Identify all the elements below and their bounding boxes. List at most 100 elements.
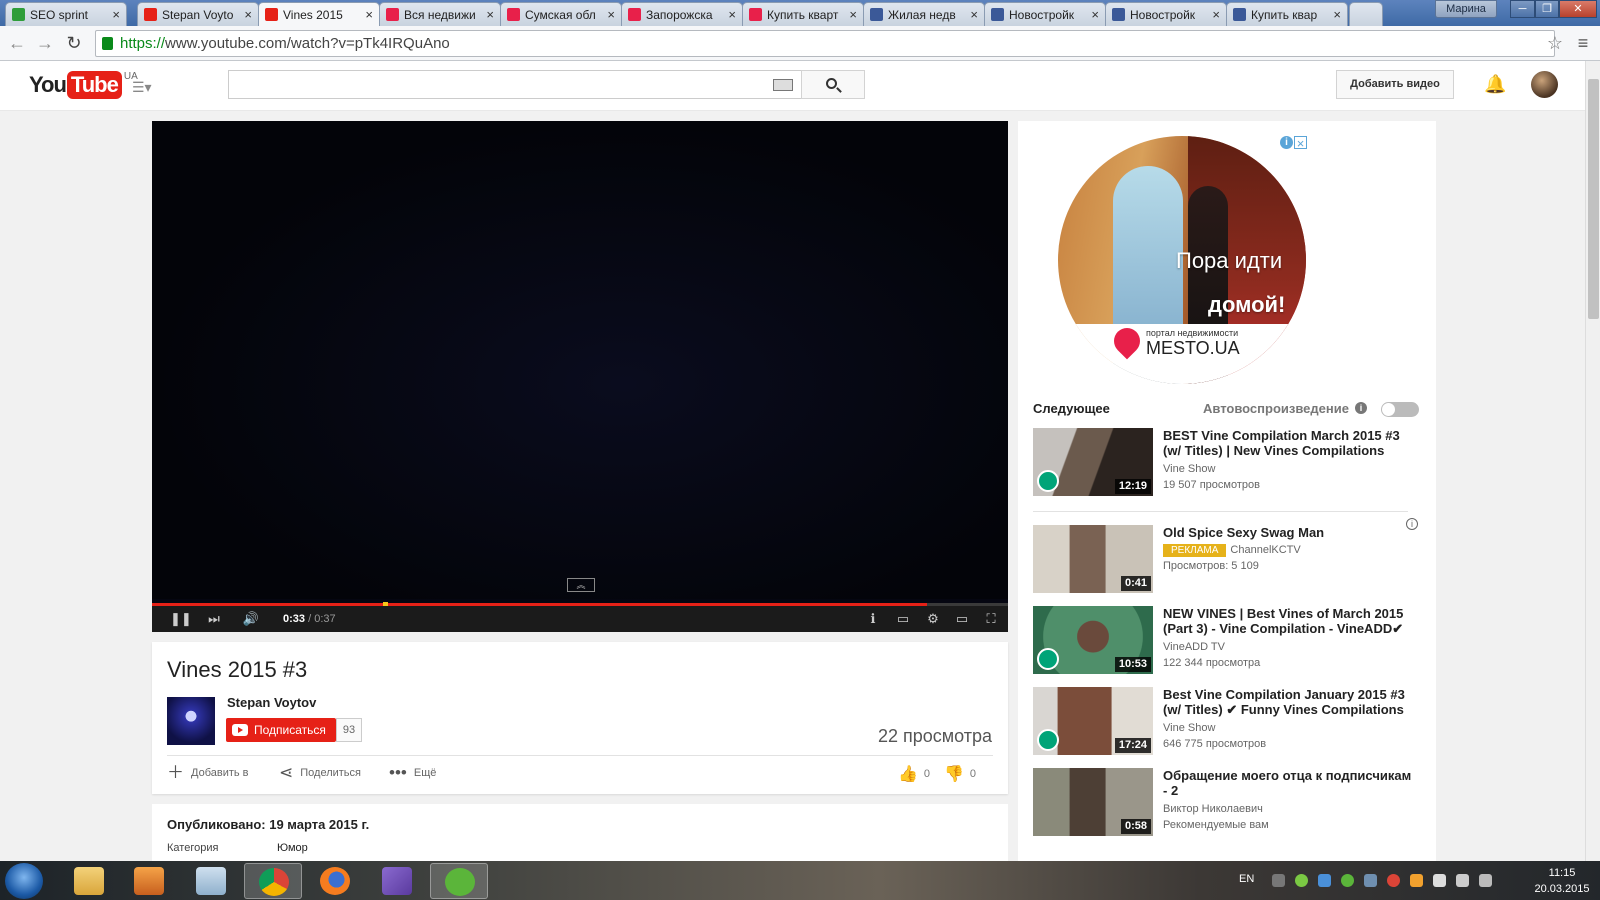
- tray-device-icon[interactable]: [1433, 874, 1446, 887]
- taskbar-calculator[interactable]: [182, 863, 240, 899]
- tray-chrome-icon[interactable]: [1387, 874, 1400, 887]
- language-indicator[interactable]: EN: [1239, 873, 1254, 885]
- start-button[interactable]: [5, 863, 43, 899]
- related-video[interactable]: 12:19 BEST Vine Compilation March 2015 #…: [1033, 428, 1423, 498]
- pause-icon[interactable]: ❚❚: [170, 610, 192, 628]
- related-video[interactable]: 10:53 NEW VINES | Best Vines of March 20…: [1033, 606, 1423, 676]
- browser-tab[interactable]: SEO sprint ×: [5, 2, 127, 26]
- video-channel[interactable]: Виктор Николаевич: [1163, 803, 1263, 815]
- more-button[interactable]: ••• Ещё: [389, 764, 436, 781]
- video-title-link[interactable]: Обращение моего отца к подписчикам - 2: [1163, 768, 1418, 798]
- upload-button[interactable]: Добавить видео: [1336, 70, 1454, 99]
- related-video[interactable]: 17:24 Best Vine Compilation January 2015…: [1033, 687, 1423, 757]
- tray-utorrent-icon[interactable]: [1341, 874, 1354, 887]
- tab-close-icon[interactable]: ×: [1212, 7, 1220, 22]
- tab-close-icon[interactable]: ×: [970, 7, 978, 22]
- reload-icon[interactable]: ↻: [63, 33, 85, 55]
- video-title-link[interactable]: BEST Vine Compilation March 2015 #3 (w/ …: [1163, 428, 1418, 458]
- video-channel[interactable]: Vine Show: [1163, 463, 1215, 475]
- search-input[interactable]: [228, 70, 802, 99]
- tray-network-icon[interactable]: [1318, 874, 1331, 887]
- fullscreen-icon[interactable]: ⛶: [982, 610, 1000, 628]
- channel-avatar[interactable]: [167, 697, 215, 745]
- channel-name[interactable]: Stepan Voytov: [227, 695, 316, 710]
- browser-tab[interactable]: Жилая недв ×: [863, 2, 985, 26]
- video-player[interactable]: ︽ ❚❚ ⏭ 🔊 0:33 / 0:37 ℹ ▭ ⚙ ▭ ⛶: [152, 121, 1008, 632]
- tab-close-icon[interactable]: ×: [1091, 7, 1099, 22]
- clock-time[interactable]: 11:15: [1532, 867, 1592, 879]
- tab-close-icon[interactable]: ×: [1333, 7, 1341, 22]
- tray-app-icon[interactable]: [1364, 874, 1377, 887]
- tray-plus-icon[interactable]: [1295, 874, 1308, 887]
- add-to-button[interactable]: ＋ Добавить в: [167, 764, 249, 781]
- taskbar-media-player[interactable]: [120, 863, 178, 899]
- volume-icon[interactable]: 🔊: [240, 610, 262, 628]
- video-channel[interactable]: РЕКЛАМА ChannelKCTV: [1163, 544, 1301, 557]
- browser-tab[interactable]: Новостройк ×: [984, 2, 1106, 26]
- tab-close-icon[interactable]: ×: [728, 7, 736, 22]
- maximize-button[interactable]: ❐: [1535, 0, 1559, 18]
- taskbar-explorer[interactable]: [60, 863, 118, 899]
- browser-tab[interactable]: Новостройк ×: [1105, 2, 1227, 26]
- browser-tab[interactable]: Купить квар ×: [1226, 2, 1348, 26]
- ad-info-icon[interactable]: i: [1280, 136, 1293, 149]
- related-video[interactable]: 0:58 Обращение моего отца к подписчикам …: [1033, 768, 1423, 838]
- keyboard-icon[interactable]: [773, 79, 793, 91]
- taskbar-firefox[interactable]: [306, 863, 364, 899]
- promoted-video[interactable]: 0:41 Old Spice Sexy Swag Man РЕКЛАМА Chan…: [1033, 525, 1423, 595]
- subscribe-button[interactable]: Подписаться: [226, 718, 336, 742]
- back-icon[interactable]: ←: [6, 33, 28, 55]
- menu-icon[interactable]: ≡: [1572, 33, 1594, 55]
- new-tab-button[interactable]: [1349, 2, 1383, 26]
- search-button[interactable]: [801, 70, 865, 99]
- browser-tab[interactable]: Вся недвижи ×: [379, 2, 501, 26]
- taskbar-visual-studio[interactable]: [368, 863, 426, 899]
- minimize-button[interactable]: ─: [1510, 0, 1535, 18]
- tab-close-icon[interactable]: ×: [849, 7, 857, 22]
- scrollbar-thumb[interactable]: [1588, 79, 1599, 319]
- expand-handle-icon[interactable]: ︽: [567, 578, 595, 592]
- address-bar[interactable]: https://www.youtube.com/watch?v=pTk4IRQu…: [95, 30, 1555, 57]
- like-button[interactable]: 👍 0: [898, 764, 930, 784]
- category-value[interactable]: Юмор: [277, 842, 308, 854]
- profile-badge[interactable]: Марина: [1435, 0, 1497, 18]
- tray-volume-icon[interactable]: [1479, 874, 1492, 887]
- youtube-logo[interactable]: You Tube UA: [29, 71, 138, 99]
- guide-menu-icon[interactable]: ☰▾: [132, 79, 154, 95]
- taskbar-chrome[interactable]: [244, 863, 302, 899]
- tab-close-icon[interactable]: ×: [607, 7, 615, 22]
- video-thumbnail[interactable]: 0:41: [1033, 525, 1153, 593]
- video-channel[interactable]: VineADD TV: [1163, 641, 1225, 653]
- video-thumbnail[interactable]: 10:53: [1033, 606, 1153, 674]
- video-thumbnail[interactable]: 12:19: [1033, 428, 1153, 496]
- settings-gear-icon[interactable]: ⚙: [924, 610, 942, 628]
- action-center-icon[interactable]: [1272, 874, 1285, 887]
- avatar[interactable]: [1531, 71, 1558, 98]
- browser-tab[interactable]: Купить кварт ×: [742, 2, 864, 26]
- tab-close-icon[interactable]: ×: [112, 7, 120, 22]
- clock-date[interactable]: 20.03.2015: [1532, 883, 1592, 895]
- tray-rss-icon[interactable]: [1410, 874, 1423, 887]
- annotations-info-icon[interactable]: ℹ: [865, 610, 881, 628]
- share-button[interactable]: ⋖ Поделиться: [279, 764, 361, 781]
- autoplay-toggle[interactable]: [1381, 402, 1419, 417]
- page-scrollbar[interactable]: [1585, 61, 1600, 861]
- tab-close-icon[interactable]: ×: [365, 7, 373, 22]
- promoted-info-icon[interactable]: i: [1406, 518, 1418, 530]
- video-title-link[interactable]: Best Vine Compilation January 2015 #3 (w…: [1163, 687, 1418, 717]
- tray-signal-icon[interactable]: [1456, 874, 1469, 887]
- browser-tab[interactable]: Vines 2015 ×: [258, 2, 380, 26]
- dislike-button[interactable]: 👎 0: [944, 764, 976, 784]
- subtitles-icon[interactable]: ▭: [894, 610, 912, 628]
- browser-tab[interactable]: Сумская обл ×: [500, 2, 622, 26]
- tab-close-icon[interactable]: ×: [486, 7, 494, 22]
- bookmark-star-icon[interactable]: ☆: [1544, 33, 1566, 55]
- ad-banner[interactable]: Пора идти домой! портал недвижимости MES…: [1058, 136, 1306, 384]
- ad-close-icon[interactable]: ×: [1294, 136, 1307, 150]
- notifications-bell-icon[interactable]: 🔔: [1484, 74, 1506, 94]
- video-title-link[interactable]: Old Spice Sexy Swag Man: [1163, 525, 1418, 540]
- taskbar-utorrent[interactable]: [430, 863, 488, 899]
- video-thumbnail[interactable]: 0:58: [1033, 768, 1153, 836]
- video-channel[interactable]: Vine Show: [1163, 722, 1215, 734]
- channel-name[interactable]: ChannelKCTV: [1230, 544, 1300, 556]
